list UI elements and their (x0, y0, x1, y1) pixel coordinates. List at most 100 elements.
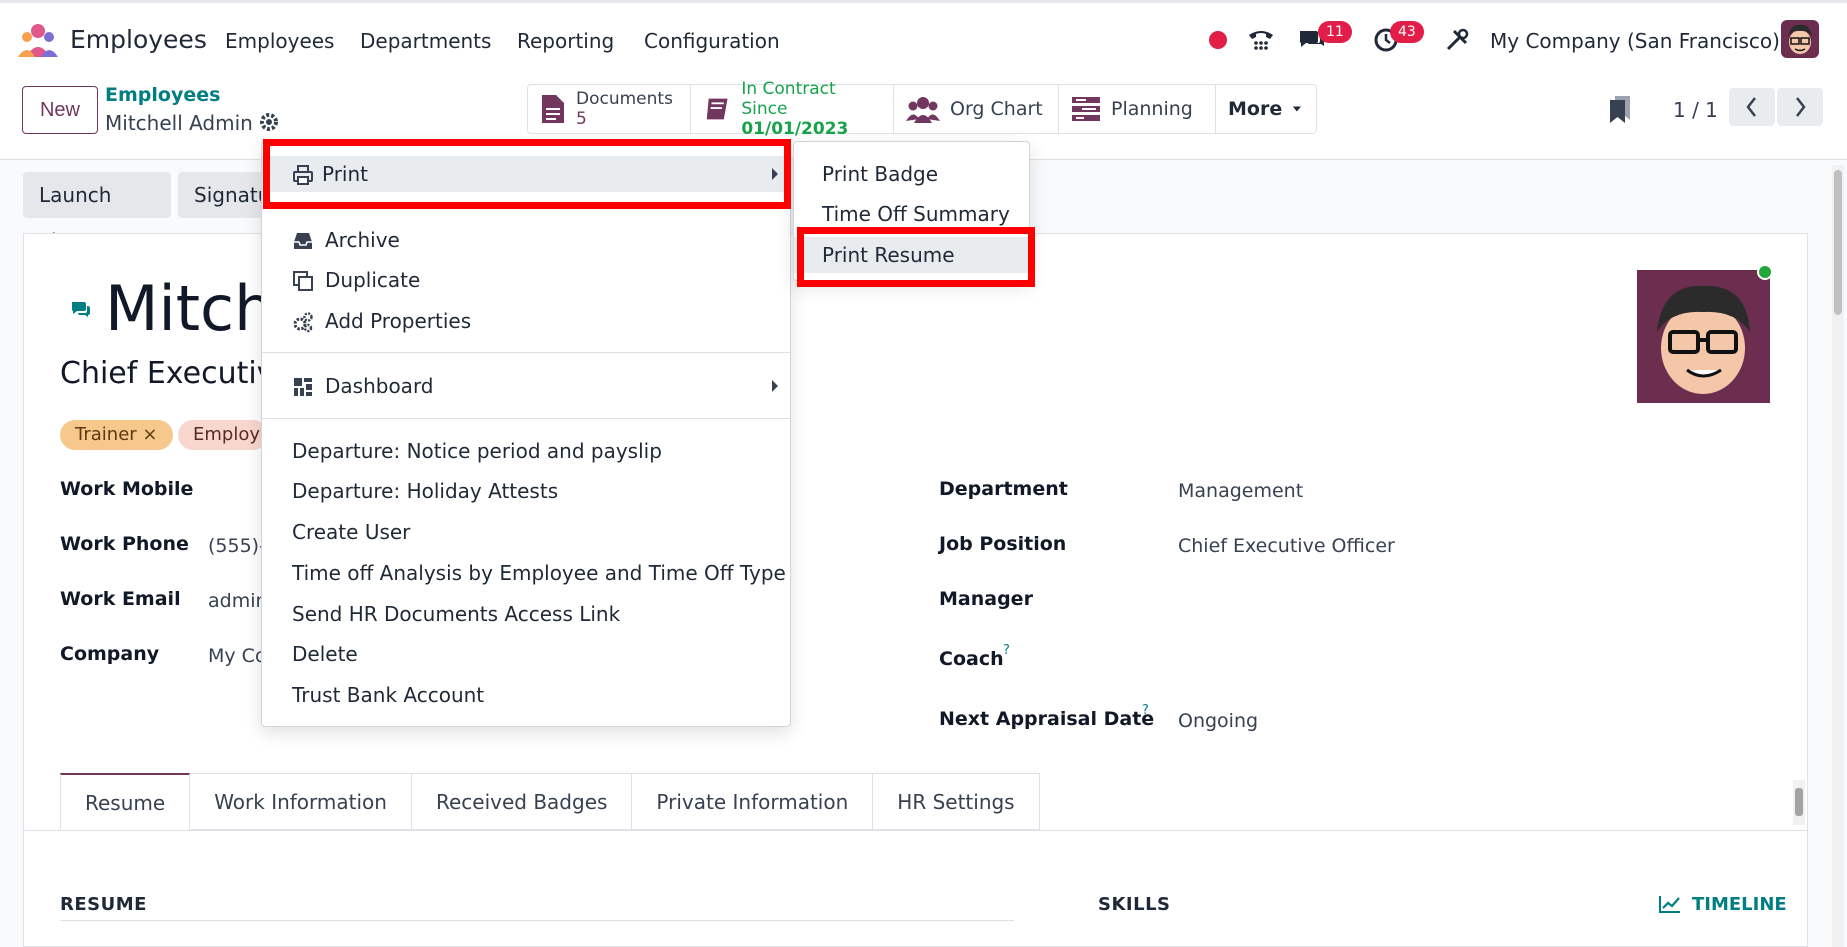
employee-job-title[interactable]: Chief Executiv (60, 356, 274, 391)
manager-label: Manager (939, 588, 1033, 610)
duplicate-menu-item[interactable]: Duplicate (262, 262, 790, 298)
document-icon (542, 95, 564, 123)
timeline-button[interactable]: TIMELINE (1692, 894, 1787, 915)
cogs-icon (293, 312, 313, 333)
work-phone-label: Work Phone (60, 533, 189, 555)
documents-smart-button[interactable]: Documents 5 (528, 85, 691, 133)
tag-employee[interactable]: Employ (178, 420, 268, 450)
tasks-icon (1072, 97, 1100, 121)
documents-count: 5 (576, 109, 587, 129)
tab-hr-settings[interactable]: HR Settings (873, 773, 1040, 830)
dashboard-menu-item[interactable]: Dashboard (262, 368, 790, 404)
action-dropdown-menu: Print Archive Duplicate Add Properties D… (261, 141, 791, 727)
menu-departments[interactable]: Departments (360, 29, 491, 53)
archive-icon (294, 233, 312, 249)
phone-icon[interactable] (1246, 25, 1276, 55)
tag-trainer[interactable]: Trainer × (60, 420, 173, 450)
smart-buttons: Documents 5 In Contract Since 01/01/2023… (527, 79, 1317, 139)
add-properties-menu-item[interactable]: Add Properties (262, 303, 790, 339)
time-off-analysis-item[interactable]: Time off Analysis by Employee and Time O… (262, 555, 790, 591)
coach-help-icon[interactable]: ? (1003, 643, 1010, 658)
menu-divider (262, 418, 790, 419)
employee-name[interactable]: Mitch (105, 272, 273, 345)
users-icon (906, 97, 940, 123)
departure-holiday-item[interactable]: Departure: Holiday Attests (262, 473, 790, 509)
planning-smart-button[interactable]: Planning (1059, 85, 1216, 133)
tab-resume[interactable]: Resume (60, 773, 191, 830)
department-value[interactable]: Management (1178, 480, 1303, 502)
pager-previous[interactable] (1729, 88, 1775, 126)
activities-badge: 43 (1390, 21, 1424, 43)
gear-icon[interactable] (258, 111, 280, 133)
appraisal-help-icon[interactable]: ? (1142, 703, 1149, 718)
print-badge-item[interactable]: Print Badge (794, 156, 1029, 192)
contract-label: In Contract Since (741, 79, 836, 119)
new-button[interactable]: New (22, 86, 98, 134)
next-appraisal-label: Next Appraisal Date (939, 708, 1155, 730)
breadcrumb-employees[interactable]: Employees (105, 84, 220, 106)
archive-label: Archive (325, 228, 400, 252)
departure-notice-item[interactable]: Departure: Notice period and payslip (262, 433, 790, 469)
company-value[interactable]: My Co (208, 645, 267, 667)
more-button[interactable]: More (1216, 85, 1316, 133)
work-phone-value[interactable]: (555)- (208, 535, 266, 557)
tab-work-information[interactable]: Work Information (190, 773, 412, 830)
next-appraisal-value[interactable]: Ongoing (1178, 710, 1258, 732)
work-email-label: Work Email (60, 588, 181, 610)
pager-value[interactable]: 1 / 1 (1673, 98, 1718, 122)
trust-bank-account-item[interactable]: Trust Bank Account (262, 677, 790, 713)
caret-right-icon (772, 380, 778, 392)
employee-photo[interactable] (1637, 270, 1770, 403)
job-position-value[interactable]: Chief Executive Officer (1178, 535, 1395, 557)
department-label: Department (939, 478, 1068, 500)
add-properties-label: Add Properties (325, 309, 472, 333)
chevron-left-icon (1746, 97, 1756, 117)
menu-divider (262, 352, 790, 353)
planning-label: Planning (1111, 98, 1193, 120)
launch-plan-button[interactable]: Launch Plan (23, 172, 171, 253)
tabs-scrollbar[interactable] (1793, 780, 1805, 825)
dashboard-icon (294, 378, 312, 396)
copy-icon (293, 271, 313, 291)
form-tabs: Resume Work Information Received Badges … (60, 773, 1040, 830)
remove-tag-icon[interactable]: × (142, 424, 157, 445)
work-email-value[interactable]: admin (208, 590, 268, 612)
breadcrumb-current: Mitchell Admin (105, 111, 253, 135)
skills-section-title: SKILLS (1098, 894, 1171, 915)
pager-next[interactable] (1777, 88, 1823, 126)
page-scrollbar-thumb[interactable] (1834, 170, 1842, 315)
tab-received-badges[interactable]: Received Badges (411, 773, 633, 830)
documents-label: Documents (576, 89, 673, 109)
tools-icon[interactable] (1442, 25, 1472, 55)
user-avatar[interactable] (1781, 20, 1819, 58)
signature-button[interactable]: Signatu (178, 172, 268, 218)
contract-date: 01/01/2023 (741, 119, 849, 139)
bookmark-icon[interactable] (1608, 94, 1632, 124)
menu-configuration[interactable]: Configuration (644, 29, 780, 53)
duplicate-label: Duplicate (325, 268, 421, 292)
tag-trainer-label: Trainer (75, 424, 137, 445)
menu-employees[interactable]: Employees (225, 29, 334, 53)
employees-app-icon[interactable] (18, 23, 58, 57)
print-resume-item[interactable]: Print Resume (794, 237, 1029, 273)
job-position-label: Job Position (939, 533, 1067, 555)
send-hr-documents-item[interactable]: Send HR Documents Access Link (262, 596, 790, 632)
online-status-dot (1757, 264, 1773, 280)
record-icon[interactable] (1203, 25, 1233, 55)
delete-item[interactable]: Delete (262, 636, 790, 672)
archive-menu-item[interactable]: Archive (262, 222, 790, 258)
print-menu-item[interactable]: Print (262, 156, 790, 192)
app-title[interactable]: Employees (70, 25, 207, 54)
company-switcher[interactable]: My Company (San Francisco) (1490, 29, 1780, 53)
menu-reporting[interactable]: Reporting (517, 29, 614, 53)
tab-private-information[interactable]: Private Information (632, 773, 874, 830)
chat-icon[interactable] (70, 298, 92, 320)
more-label: More (1228, 98, 1283, 120)
top-navbar: Employees Employees Departments Reportin… (0, 0, 1847, 74)
org-chart-smart-button[interactable]: Org Chart (894, 85, 1059, 133)
book-icon (706, 98, 728, 120)
time-off-summary-item[interactable]: Time Off Summary (794, 196, 1029, 232)
create-user-item[interactable]: Create User (262, 514, 790, 550)
dashboard-label: Dashboard (325, 374, 434, 398)
contract-smart-button[interactable]: In Contract Since 01/01/2023 (691, 79, 894, 139)
